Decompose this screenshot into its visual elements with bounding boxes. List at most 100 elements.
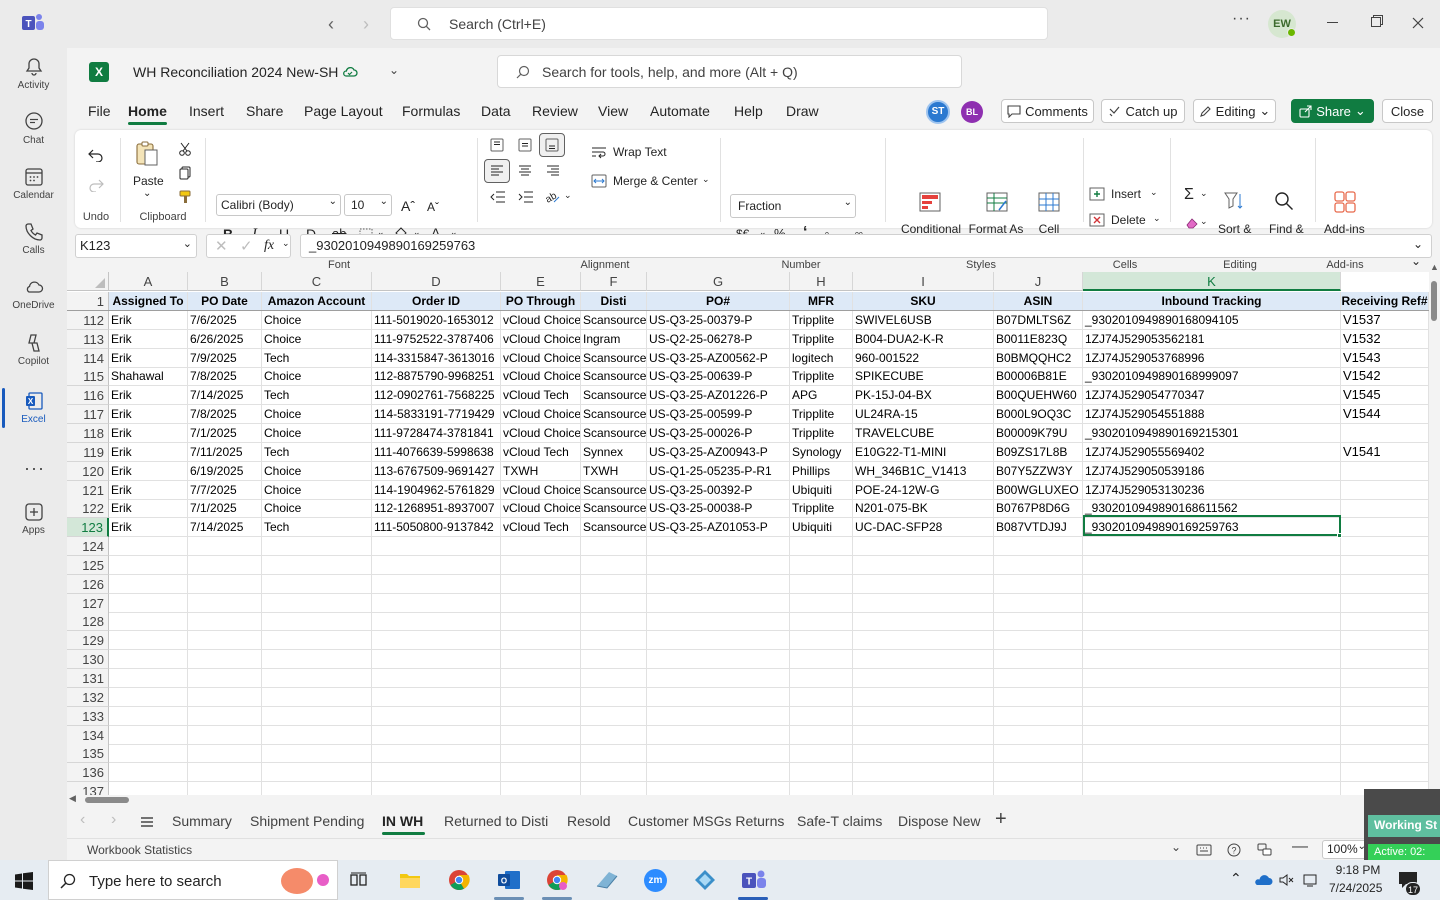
empty-cell[interactable]: [501, 574, 581, 594]
empty-cell[interactable]: [647, 650, 790, 670]
empty-cell[interactable]: [372, 555, 501, 575]
chrome-icon[interactable]: [448, 869, 470, 891]
tab-draw[interactable]: Draw: [786, 103, 819, 119]
table-cell[interactable]: vCloud Tech: [501, 518, 581, 538]
tab-help[interactable]: Help: [734, 103, 763, 119]
tab-home[interactable]: Home: [128, 103, 167, 119]
table-cell[interactable]: US-Q1-25-05235-P-R1: [647, 461, 790, 481]
table-cell[interactable]: 7/7/2025: [188, 480, 262, 500]
empty-cell[interactable]: [372, 744, 501, 764]
row-header[interactable]: 117: [67, 405, 109, 425]
empty-cell[interactable]: [262, 669, 372, 688]
table-cell[interactable]: 1ZJ74J529053768996: [1083, 348, 1341, 368]
table-cell[interactable]: Tripplite: [790, 405, 853, 425]
empty-cell[interactable]: [188, 631, 262, 651]
empty-cell[interactable]: [994, 650, 1083, 670]
empty-cell[interactable]: [109, 669, 188, 688]
empty-cell[interactable]: [501, 593, 581, 613]
table-cell[interactable]: V1537: [1341, 310, 1429, 330]
table-cell[interactable]: 112-0902761-7568225: [372, 386, 501, 406]
table-cell[interactable]: UC-DAC-SFP28: [853, 518, 994, 538]
empty-cell[interactable]: [581, 612, 647, 632]
more-apps-icon[interactable]: ···: [24, 458, 45, 479]
sheet-tab-dispose-new[interactable]: Dispose New: [898, 813, 980, 829]
rail-item-calendar[interactable]: Calendar: [0, 158, 67, 214]
column-header-j[interactable]: J: [994, 272, 1083, 291]
table-cell[interactable]: Scansource: [581, 348, 647, 368]
table-cell[interactable]: V1541: [1341, 442, 1429, 462]
empty-cell[interactable]: [581, 744, 647, 764]
table-cell[interactable]: B087VTDJ9J: [994, 518, 1083, 538]
empty-cell[interactable]: [1341, 650, 1429, 670]
table-cell[interactable]: US-Q3-25-AZ01053-P: [647, 518, 790, 538]
empty-cell[interactable]: [1341, 574, 1429, 594]
empty-cell[interactable]: [262, 650, 372, 670]
workbook-statistics-label[interactable]: Workbook Statistics: [87, 843, 192, 857]
empty-cell[interactable]: [372, 706, 501, 726]
table-cell[interactable]: Erik: [109, 348, 188, 368]
empty-cell[interactable]: [372, 725, 501, 745]
tool-search-box[interactable]: Search for tools, help, and more (Alt + …: [497, 55, 962, 88]
empty-cell[interactable]: [581, 537, 647, 557]
empty-cell[interactable]: [109, 763, 188, 783]
table-cell[interactable]: 112-8875790-9968251: [372, 367, 501, 387]
status-chevron-icon[interactable]: ⌄: [1171, 840, 1181, 854]
empty-cell[interactable]: [188, 555, 262, 575]
paste-icon[interactable]: [135, 140, 159, 168]
sheet-tab-summary[interactable]: Summary: [172, 813, 232, 829]
empty-cell[interactable]: [262, 763, 372, 783]
table-cell[interactable]: US-Q3-25-00392-P: [647, 480, 790, 500]
editing-mode-button[interactable]: Editing ⌄: [1193, 99, 1276, 123]
header-cell[interactable]: MFR: [790, 292, 853, 311]
empty-cell[interactable]: [109, 687, 188, 707]
header-cell[interactable]: Inbound Tracking: [1083, 292, 1341, 311]
name-box[interactable]: K123 ⌄: [75, 234, 197, 258]
table-cell[interactable]: UL24RA-15: [853, 405, 994, 425]
empty-cell[interactable]: [109, 612, 188, 632]
header-cell[interactable]: Assigned To: [109, 292, 188, 311]
empty-cell[interactable]: [581, 763, 647, 783]
table-cell[interactable]: V1532: [1341, 329, 1429, 349]
table-cell[interactable]: N201-075-BK: [853, 499, 994, 519]
table-cell[interactable]: vCloud Tech: [501, 386, 581, 406]
table-cell[interactable]: Choice: [262, 423, 372, 443]
table-cell[interactable]: 114-5833191-7719429: [372, 405, 501, 425]
empty-cell[interactable]: [372, 650, 501, 670]
table-cell[interactable]: Choice: [262, 499, 372, 519]
empty-cell[interactable]: [790, 593, 853, 613]
empty-cell[interactable]: [647, 706, 790, 726]
empty-cell[interactable]: [372, 631, 501, 651]
row-header[interactable]: 120: [67, 461, 109, 481]
catch-up-button[interactable]: Catch up: [1101, 99, 1185, 123]
formula-input[interactable]: _9302010949890169259763 ⌄: [300, 234, 1432, 258]
empty-cell[interactable]: [372, 574, 501, 594]
table-cell[interactable]: Choice: [262, 480, 372, 500]
empty-cell[interactable]: [262, 574, 372, 594]
table-cell[interactable]: 111-5050800-9137842: [372, 518, 501, 538]
table-cell[interactable]: V1542: [1341, 367, 1429, 387]
table-cell[interactable]: 7/6/2025: [188, 310, 262, 330]
table-cell[interactable]: B004-DUA2-K-R: [853, 329, 994, 349]
empty-cell[interactable]: [372, 612, 501, 632]
table-cell[interactable]: Choice: [262, 461, 372, 481]
header-cell[interactable]: PO Date: [188, 292, 262, 311]
comments-button[interactable]: Comments: [1001, 99, 1094, 123]
table-cell[interactable]: TXWH: [501, 461, 581, 481]
zoom-app-icon[interactable]: zm: [644, 869, 667, 892]
empty-cell[interactable]: [853, 555, 994, 575]
empty-cell[interactable]: [647, 725, 790, 745]
taskbar-date[interactable]: 7/24/2025: [1329, 881, 1382, 895]
row-header[interactable]: 113: [67, 329, 109, 349]
font-name-select[interactable]: Calibri (Body) ⌄: [216, 194, 341, 216]
table-cell[interactable]: Ubiquiti: [790, 480, 853, 500]
table-cell[interactable]: [1341, 423, 1429, 443]
empty-cell[interactable]: [372, 687, 501, 707]
empty-cell[interactable]: [501, 687, 581, 707]
empty-cell[interactable]: [647, 574, 790, 594]
table-cell[interactable]: 7/9/2025: [188, 348, 262, 368]
collaborator-avatar-bl[interactable]: BL: [961, 101, 983, 123]
row-header[interactable]: 126: [67, 574, 109, 594]
tab-data[interactable]: Data: [481, 103, 511, 119]
table-cell[interactable]: 1ZJ74J529054770347: [1083, 386, 1341, 406]
empty-cell[interactable]: [188, 574, 262, 594]
